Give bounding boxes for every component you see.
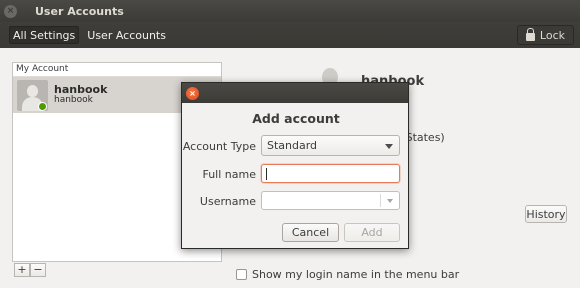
- online-status-icon: [38, 102, 47, 111]
- cancel-button[interactable]: Cancel: [282, 223, 339, 242]
- list-header-my-account: My Account: [13, 63, 221, 77]
- lock-label: Lock: [539, 28, 565, 42]
- toolbar: All Settings User Accounts Lock: [0, 22, 580, 48]
- add-user-button[interactable]: +: [14, 263, 30, 277]
- window-title: User Accounts: [35, 4, 124, 18]
- account-login: hanbook: [54, 95, 93, 105]
- window-titlebar: × User Accounts: [0, 0, 580, 22]
- text-caret: [266, 168, 267, 180]
- account-name: hanbook: [54, 83, 108, 96]
- dialog-title: Add account: [252, 111, 340, 126]
- dialog-titlebar: ×: [182, 83, 408, 103]
- history-button[interactable]: History: [525, 205, 567, 223]
- show-login-name-option[interactable]: Show my login name in the menu bar: [236, 268, 459, 281]
- username-label: Username: [199, 195, 256, 208]
- user-accounts-breadcrumb[interactable]: User Accounts: [84, 26, 169, 44]
- lock-icon: [525, 27, 535, 41]
- add-account-dialog: × Add account Account Type Standard Full…: [181, 82, 409, 249]
- show-login-label: Show my login name in the menu bar: [252, 268, 460, 281]
- account-type-selected: Standard: [267, 139, 318, 152]
- account-type-label: Account Type: [182, 140, 256, 153]
- username-combo-entry[interactable]: [261, 191, 400, 210]
- dialog-close-icon[interactable]: ×: [186, 86, 199, 100]
- full-name-input[interactable]: [261, 164, 400, 183]
- remove-user-button[interactable]: −: [30, 263, 46, 277]
- chevron-down-icon: [385, 144, 393, 149]
- list-tools: + −: [14, 263, 46, 277]
- account-type-select[interactable]: Standard: [261, 135, 400, 156]
- chevron-down-icon[interactable]: [387, 199, 393, 203]
- show-login-checkbox[interactable]: [236, 269, 247, 280]
- full-name-label: Full name: [202, 168, 256, 181]
- all-settings-button[interactable]: All Settings: [9, 26, 80, 44]
- window-close-icon[interactable]: ×: [4, 4, 17, 18]
- lock-button[interactable]: Lock: [516, 25, 574, 45]
- add-button[interactable]: Add: [344, 223, 400, 242]
